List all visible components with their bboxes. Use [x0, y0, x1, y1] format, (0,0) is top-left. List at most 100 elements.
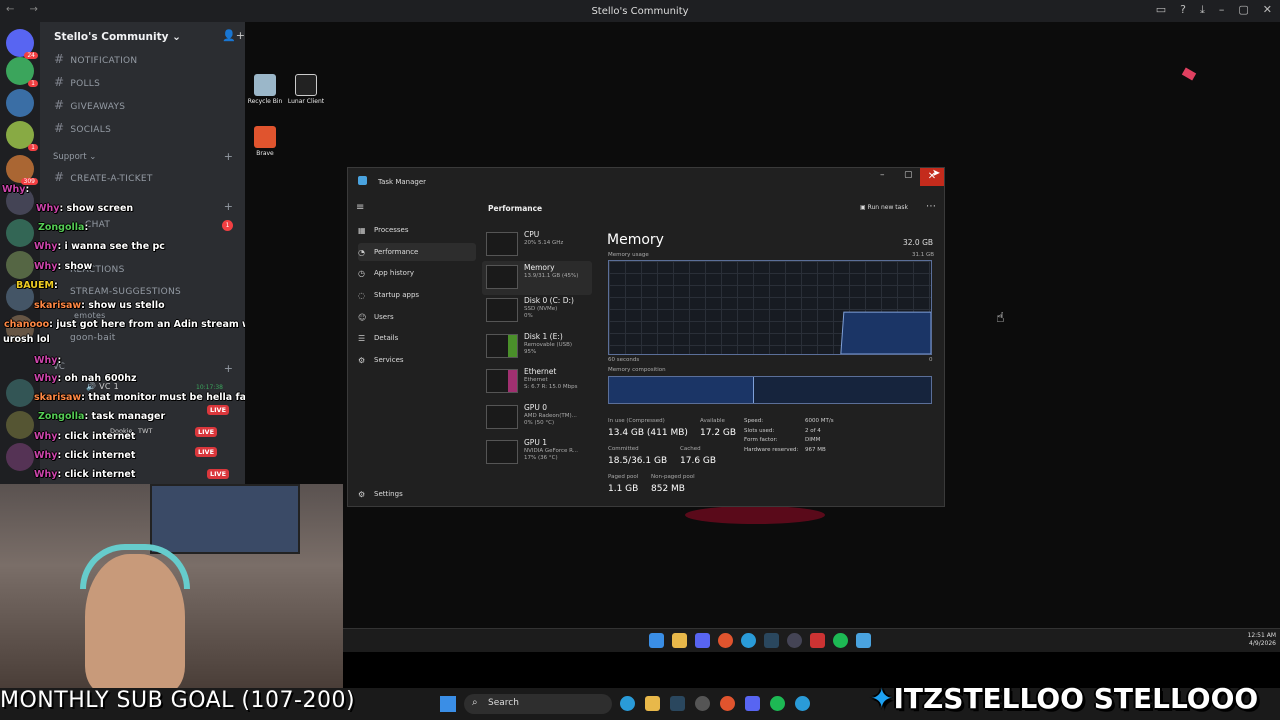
startup-icon: ◌ [358, 290, 365, 300]
close-icon[interactable]: ✕ [1263, 3, 1272, 17]
nav-startup-apps[interactable]: ◌ Startup apps [358, 286, 476, 304]
windows-start-icon[interactable] [440, 696, 456, 712]
maximize-button[interactable]: ▢ [904, 170, 913, 180]
memory-specs-labels: Speed: Slots used: Form factor: Hardware… [744, 418, 799, 453]
desktop-icon-recycle-bin[interactable]: Recycle Bin [245, 74, 285, 105]
download-icon[interactable]: ⤓ [1200, 3, 1205, 17]
inbox-icon[interactable]: ▭ [1156, 3, 1166, 17]
add-user-icon[interactable]: 👤+ [222, 29, 245, 42]
spotify-icon[interactable] [833, 633, 848, 648]
maximize-icon[interactable]: ▢ [1238, 3, 1248, 17]
minimize-icon[interactable]: – [1219, 3, 1225, 17]
nav-settings[interactable]: ⚙ Settings [358, 485, 476, 503]
help-icon[interactable]: ? [1180, 3, 1186, 17]
server-icon[interactable] [6, 89, 34, 117]
add-channel-icon[interactable]: + [224, 362, 233, 375]
available-value: 17.2 GB [700, 428, 737, 438]
task-manager-taskbar-icon[interactable] [856, 633, 871, 648]
live-badge: LIVE [195, 447, 218, 457]
axis-zero: 0 [929, 357, 933, 363]
server-icon[interactable]: 1 [6, 57, 38, 87]
channel-stream-suggestions[interactable]: STREAM-SUGGESTIONS [70, 287, 181, 297]
add-channel-icon[interactable]: + [224, 150, 233, 163]
nav-processes[interactable]: ▦ Processes [358, 221, 476, 239]
app-icon[interactable] [695, 696, 710, 711]
server-list: 24 1 1 309 [0, 22, 40, 492]
resource-memory[interactable]: Memory 13.9/31.1 GB (45%) [482, 261, 592, 295]
chat-message: Why: [2, 184, 30, 195]
server-icon[interactable] [6, 219, 34, 247]
channel-giveaways[interactable]: # GIVEAWAYS [54, 98, 125, 112]
resource-disk-0[interactable]: Disk 0 (C: D:) SSD (NVMe) 0% [482, 294, 592, 328]
resource-gpu-1[interactable]: GPU 1 NVIDIA GeForce R... 17% (36 °C) [482, 436, 592, 470]
spotify-icon[interactable] [770, 696, 785, 711]
file-explorer-icon[interactable] [645, 696, 660, 711]
search-icon: ⌕ [472, 697, 478, 708]
server-icon[interactable]: 1 [6, 121, 38, 151]
server-icon[interactable] [6, 411, 34, 439]
taskbar-search[interactable]: Search [464, 694, 612, 714]
run-new-task-button[interactable]: ▣ Run new task [860, 204, 908, 211]
start-icon[interactable] [649, 633, 664, 648]
nav-arrows[interactable]: ← → [6, 4, 44, 15]
window-controls[interactable]: ▭ ? ⤓ – ▢ ✕ [1156, 3, 1272, 17]
resource-cpu[interactable]: CPU 20% 5.14 GHz [482, 228, 592, 262]
resource-gpu-0[interactable]: GPU 0 AMD Radeon(TM)... 0% (50 °C) [482, 401, 592, 435]
desktop-icon-lunar-client[interactable]: Lunar Client [286, 74, 326, 105]
server-name[interactable]: Stello's Community ⌄ [54, 31, 181, 43]
vc-user[interactable]: TWT [138, 427, 152, 435]
discord-icon[interactable] [745, 696, 760, 711]
lunar-client-icon [295, 74, 317, 96]
channel-notification[interactable]: # NOTIFICATION [54, 52, 137, 66]
background-monitor [150, 484, 300, 554]
server-icon[interactable] [6, 251, 34, 279]
server-icon[interactable]: 24 [6, 29, 38, 59]
live-badge: LIVE [195, 427, 218, 437]
vc-timer: 10:17:38 [196, 384, 223, 391]
resource-ethernet[interactable]: Ethernet Ethernet S: 6.7 R: 15.0 Mbps [482, 365, 592, 399]
nav-details[interactable]: ☰ Details [358, 329, 476, 347]
mouse-cursor: ☝ [996, 310, 1005, 326]
channel-goon-bait[interactable]: goon-bait [70, 333, 116, 343]
committed-label: Committed [608, 446, 639, 452]
disk1-sparkline [486, 334, 518, 358]
nonpaged-pool-value: 852 MB [651, 484, 685, 494]
gpu1-sparkline [486, 440, 518, 464]
telegram-icon[interactable] [795, 696, 810, 711]
category-support[interactable]: Support ⌄ [53, 152, 96, 162]
discord-icon[interactable] [695, 633, 710, 648]
nav-app-history[interactable]: ◷ App history [358, 264, 476, 282]
menu-icon[interactable]: ≡ [356, 202, 364, 213]
nav-users[interactable]: ☺ Users [358, 308, 476, 326]
steam-icon[interactable] [764, 633, 779, 648]
channel-chat[interactable]: CHAT [85, 220, 110, 230]
minimize-button[interactable]: – [880, 170, 885, 180]
nav-services[interactable]: ⚙ Services [358, 351, 476, 369]
server-icon[interactable] [6, 379, 34, 407]
ethernet-sparkline [486, 369, 518, 393]
more-options-icon[interactable]: ⋯ [926, 201, 936, 212]
desktop-icon-brave[interactable]: Brave [245, 126, 285, 157]
usage-label: Memory usage [608, 252, 649, 258]
add-channel-icon[interactable]: + [224, 200, 233, 213]
app-icon[interactable] [810, 633, 825, 648]
channel-socials[interactable]: # SOCIALS [54, 121, 111, 135]
chrome-icon[interactable] [720, 696, 735, 711]
server-icon[interactable]: 309 [6, 155, 38, 185]
app-icon[interactable] [787, 633, 802, 648]
chat-message: Why: [34, 355, 62, 366]
clock[interactable]: 12:51 AM 4/9/2026 [1248, 632, 1276, 648]
nav-performance[interactable]: ◔ Performance [358, 243, 476, 261]
chat-message: Zongolla: task manager [38, 411, 166, 422]
chrome-icon[interactable] [718, 633, 733, 648]
gpu0-sparkline [486, 405, 518, 429]
channel-create-a-ticket[interactable]: # CREATE-A-TICKET [54, 170, 153, 184]
steam-icon[interactable] [670, 696, 685, 711]
telegram-icon[interactable] [741, 633, 756, 648]
server-icon[interactable] [6, 443, 34, 471]
channel-polls[interactable]: # POLLS [54, 75, 100, 89]
edge-icon[interactable] [620, 696, 635, 711]
resource-disk-1[interactable]: Disk 1 (E:) Removable (USB) 95% [482, 330, 592, 364]
file-explorer-icon[interactable] [672, 633, 687, 648]
chat-message: Zongolla: [38, 222, 89, 233]
